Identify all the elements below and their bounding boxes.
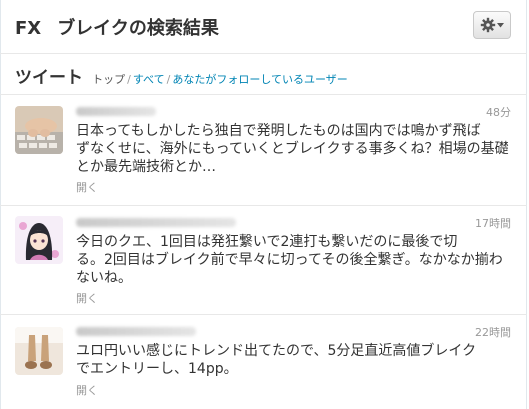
page-title: FX ブレイクの検索結果 (15, 14, 219, 40)
avatar[interactable] (15, 327, 63, 375)
tweet-item[interactable]: 22時間 ユロ円いい感じにトレンド出てたので、5分足直近高値ブレイク でエントリ… (0, 315, 527, 409)
search-query: FX (15, 18, 42, 39)
shoes-photo (15, 327, 63, 375)
expand-link[interactable]: 開く (76, 290, 98, 306)
expand-link[interactable]: 開く (76, 382, 98, 398)
tweet-timestamp[interactable]: 22時間 (475, 324, 511, 340)
filter-all-link[interactable]: すべて (133, 73, 165, 86)
filter-top[interactable]: トップ (92, 73, 125, 86)
anime-avatar (15, 216, 63, 264)
results-title: ブレイクの検索結果 (57, 18, 219, 39)
tweet-text: 日本ってもしかしたら独自で発明したものは国内では鳴かず飛ば ずなくせに、海外にも… (76, 123, 509, 175)
caret-down-icon (497, 22, 504, 27)
avatar[interactable] (15, 106, 63, 154)
tweet-text: ユロ円いい感じにトレンド出てたので、5分足直近高値ブレイク でエントリーし、14… (76, 343, 477, 377)
filter-following-link[interactable]: あなたがフォローしているユーザー (172, 73, 347, 86)
header-divider (0, 53, 527, 54)
author-name-blurred[interactable] (76, 218, 236, 227)
tweets-heading: ツイート トップ / すべて / あなたがフォローしているユーザー (15, 63, 348, 88)
avatar[interactable] (15, 216, 63, 264)
nav-separator: / (127, 73, 131, 86)
tweets-filter-nav: トップ / すべて / あなたがフォローしているユーザー (92, 73, 348, 86)
tweet-timestamp[interactable]: 17時間 (475, 215, 511, 231)
tweets-title: ツイート (15, 68, 83, 88)
tweet-timestamp[interactable]: 48分 (486, 104, 511, 120)
author-name-blurred[interactable] (76, 107, 156, 116)
page-header: FX ブレイクの検索結果 (0, 0, 529, 53)
tweet-text: 今日のクエ、1回目は発狂繋いで2連打も繋いだのに最後で切 る。2回目はブレイク前… (76, 234, 503, 286)
settings-button[interactable] (473, 11, 511, 39)
expand-link[interactable]: 開く (76, 179, 98, 195)
gear-icon (480, 17, 496, 33)
author-name-blurred[interactable] (76, 327, 196, 336)
tweet-item[interactable]: 17時間 今日のクエ、1回目は発狂繋いで2連打も繋いだのに最後で切 る。2回目は… (0, 206, 527, 314)
nav-separator: / (166, 73, 171, 86)
keyboard-photo (15, 106, 63, 154)
tweet-item[interactable]: 48分 日本ってもしかしたら独自で発明したものは国内では鳴かず飛ば ずなくせに、… (0, 95, 527, 205)
